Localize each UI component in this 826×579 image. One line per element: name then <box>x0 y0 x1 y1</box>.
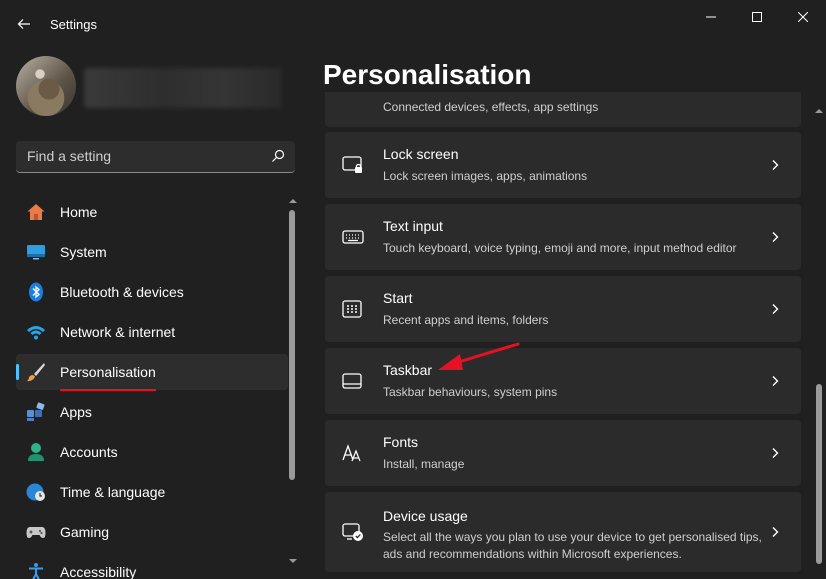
card-subtitle: Recent apps and items, folders <box>383 313 549 327</box>
taskbar-icon <box>342 373 362 389</box>
user-profile[interactable] <box>16 56 286 120</box>
settings-card-start[interactable]: Start Recent apps and items, folders <box>325 276 801 342</box>
search-box[interactable] <box>16 141 295 173</box>
blurred-account-name <box>84 68 282 108</box>
sidebar-item-label: Apps <box>60 404 92 420</box>
sidebar-item-apps[interactable]: Apps <box>16 394 288 430</box>
start-icon <box>342 300 362 318</box>
chevron-right-icon <box>772 160 779 170</box>
device-usage-icon <box>342 523 363 541</box>
card-title: Text input <box>383 218 443 234</box>
chevron-right-icon <box>772 376 779 386</box>
card-subtitle: Touch keyboard, voice typing, emoji and … <box>383 241 737 255</box>
lock-screen-icon <box>342 156 362 173</box>
card-title: Device usage <box>383 508 468 524</box>
sidebar-item-system[interactable]: System <box>16 234 288 270</box>
scroll-up-icon <box>289 199 297 203</box>
settings-card-device-usage[interactable]: Device usage Select all the ways you pla… <box>325 492 801 572</box>
sidebar-item-network[interactable]: Network & internet <box>16 314 288 350</box>
settings-card-fonts[interactable]: Fonts Install, manage <box>325 420 801 486</box>
maximize-icon <box>752 12 762 22</box>
card-subtitle: Taskbar behaviours, system pins <box>383 385 558 399</box>
search-icon[interactable] <box>271 149 285 163</box>
sidebar-scroll-thumb[interactable] <box>289 210 295 480</box>
sidebar-nav: Home System Bluetooth & devices Network … <box>16 194 288 579</box>
back-button[interactable] <box>12 12 36 36</box>
globe-clock-icon <box>26 483 45 501</box>
sidebar-item-label: Gaming <box>60 524 110 540</box>
wifi-icon <box>27 326 45 340</box>
sidebar-item-gaming[interactable]: Gaming <box>16 514 288 550</box>
keyboard-icon <box>342 230 364 244</box>
sidebar-item-bluetooth[interactable]: Bluetooth & devices <box>16 274 288 310</box>
card-title: Lock screen <box>383 146 459 162</box>
sidebar-item-label: Network & internet <box>60 324 176 340</box>
settings-card-taskbar[interactable]: Taskbar Taskbar behaviours, system pins <box>325 348 801 414</box>
sidebar-item-label: Accessibility <box>60 564 137 579</box>
back-arrow-icon <box>17 19 30 29</box>
sidebar-item-accounts[interactable]: Accounts <box>16 434 288 470</box>
window-title: Settings <box>50 17 97 32</box>
search-input[interactable] <box>16 141 256 171</box>
sidebar-item-accessibility[interactable]: Accessibility <box>16 554 288 579</box>
gamepad-icon <box>26 527 46 538</box>
card-title: Start <box>383 290 413 306</box>
title-bar: Settings <box>0 0 826 48</box>
card-subtitle: Connected devices, effects, app settings <box>383 100 599 114</box>
fonts-icon <box>342 444 361 462</box>
annotation-underline <box>60 389 156 391</box>
chevron-right-icon <box>772 304 779 314</box>
chevron-right-icon <box>772 232 779 242</box>
card-subtitle: Select all the ways you plan to use your… <box>383 530 762 561</box>
sidebar-item-label: Accounts <box>60 444 118 460</box>
card-subtitle: Lock screen images, apps, animations <box>383 169 588 183</box>
sidebar-item-home[interactable]: Home <box>16 194 288 230</box>
chevron-right-icon <box>772 527 779 537</box>
sidebar-item-label: Bluetooth & devices <box>60 284 184 300</box>
selection-indicator <box>16 364 19 380</box>
minimize-button[interactable] <box>688 4 734 30</box>
scroll-up-icon <box>815 109 823 113</box>
accessibility-icon <box>29 563 43 579</box>
sidebar-item-label: System <box>60 244 107 260</box>
close-button[interactable] <box>780 4 826 30</box>
sidebar-item-label: Time & language <box>60 484 166 500</box>
brush-icon <box>27 363 45 382</box>
settings-card-list: Connected devices, effects, app settings… <box>325 92 803 579</box>
home-icon <box>27 204 45 220</box>
main-scroll-thumb[interactable] <box>816 384 822 564</box>
monitor-icon <box>27 245 45 260</box>
maximize-button[interactable] <box>734 4 780 30</box>
chevron-right-icon <box>772 448 779 458</box>
close-icon <box>798 12 808 22</box>
sidebar-item-personalisation[interactable]: Personalisation <box>16 354 288 390</box>
person-icon <box>28 443 44 461</box>
card-title: Fonts <box>383 434 419 450</box>
main-scrollbar[interactable] <box>813 104 825 579</box>
sidebar-scrollbar[interactable] <box>287 194 299 568</box>
page-title: Personalisation <box>323 59 532 90</box>
card-subtitle: Install, manage <box>383 457 465 471</box>
sidebar-item-label: Home <box>60 204 98 220</box>
scroll-down-icon <box>289 559 297 563</box>
sidebar-item-time-language[interactable]: Time & language <box>16 474 288 510</box>
minimize-icon <box>706 16 716 18</box>
sidebar-item-label: Personalisation <box>60 364 156 380</box>
settings-card-lock-screen[interactable]: Lock screen Lock screen images, apps, an… <box>325 132 801 198</box>
bluetooth-icon <box>29 282 43 302</box>
settings-card-partial[interactable]: Connected devices, effects, app settings <box>325 92 801 127</box>
apps-icon <box>27 402 45 421</box>
card-title: Taskbar <box>383 362 433 378</box>
settings-card-text-input[interactable]: Text input Touch keyboard, voice typing,… <box>325 204 801 270</box>
avatar <box>16 56 76 116</box>
